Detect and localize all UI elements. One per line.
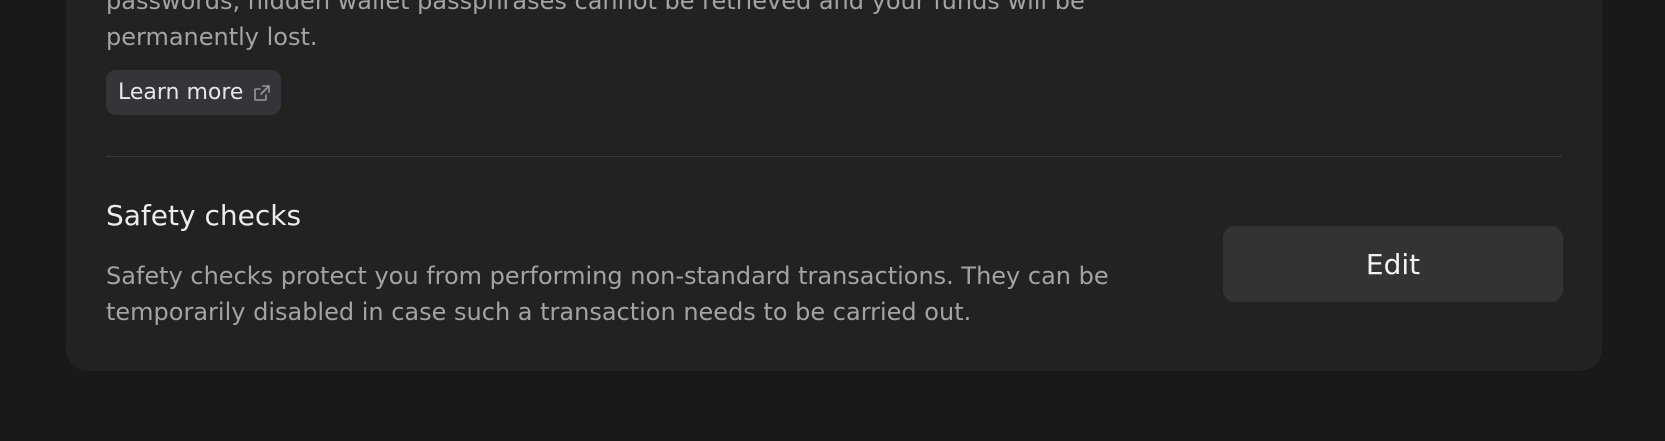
- settings-card: passwords, hidden wallet passphrases can…: [66, 0, 1602, 371]
- edit-button[interactable]: Edit: [1223, 226, 1563, 302]
- external-link-icon: [253, 84, 271, 102]
- safety-checks-title: Safety checks: [106, 199, 302, 232]
- section-divider: [106, 156, 1562, 157]
- safety-checks-description: Safety checks protect you from performin…: [106, 262, 1109, 326]
- learn-more-button[interactable]: Learn more: [106, 70, 282, 115]
- learn-more-label: Learn more: [118, 80, 244, 105]
- warning-text: passwords, hidden wallet passphrases can…: [106, 0, 1085, 51]
